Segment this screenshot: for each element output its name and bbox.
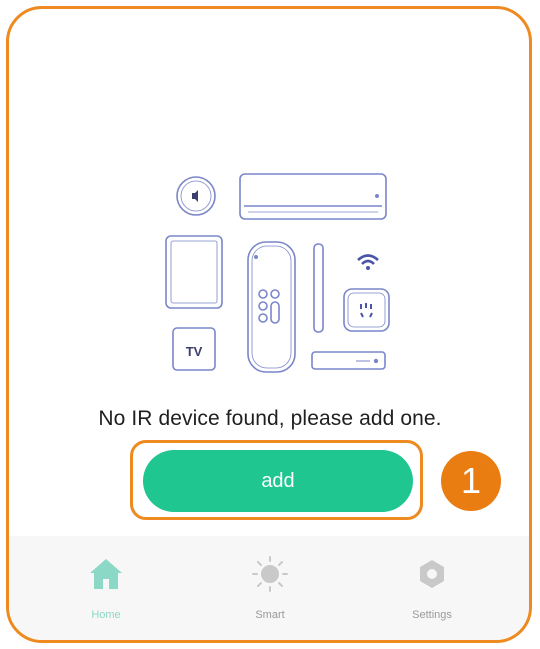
sun-icon xyxy=(252,556,288,592)
home-icon xyxy=(90,559,122,589)
empty-state-message: No IR device found, please add one. xyxy=(98,407,442,430)
tab-smart[interactable]: Smart xyxy=(210,536,330,640)
hexagon-settings-icon xyxy=(420,560,444,588)
bottom-tab-bar: Home Smart Settings xyxy=(9,536,529,640)
tab-smart-label: Smart xyxy=(255,609,285,621)
svg-text:TV: TV xyxy=(186,344,203,359)
air-conditioner-icon xyxy=(239,173,387,220)
wifi-icon xyxy=(357,254,379,270)
tab-home-label: Home xyxy=(91,609,121,621)
tab-settings-label: Settings xyxy=(412,609,452,621)
tablet-icon xyxy=(165,235,223,309)
stick-device-icon xyxy=(313,243,324,333)
devices-illustration: TV xyxy=(165,173,390,373)
step-number-badge: 1 xyxy=(441,451,501,511)
tab-home[interactable]: Home xyxy=(46,536,166,640)
add-device-button[interactable]: add xyxy=(143,450,413,512)
tv-icon: TV xyxy=(172,327,216,371)
speaker-icon xyxy=(176,176,216,216)
tab-settings[interactable]: Settings xyxy=(372,536,492,640)
smart-plug-icon xyxy=(343,288,390,332)
remote-control-icon xyxy=(247,241,296,373)
set-top-box-icon xyxy=(311,351,386,370)
